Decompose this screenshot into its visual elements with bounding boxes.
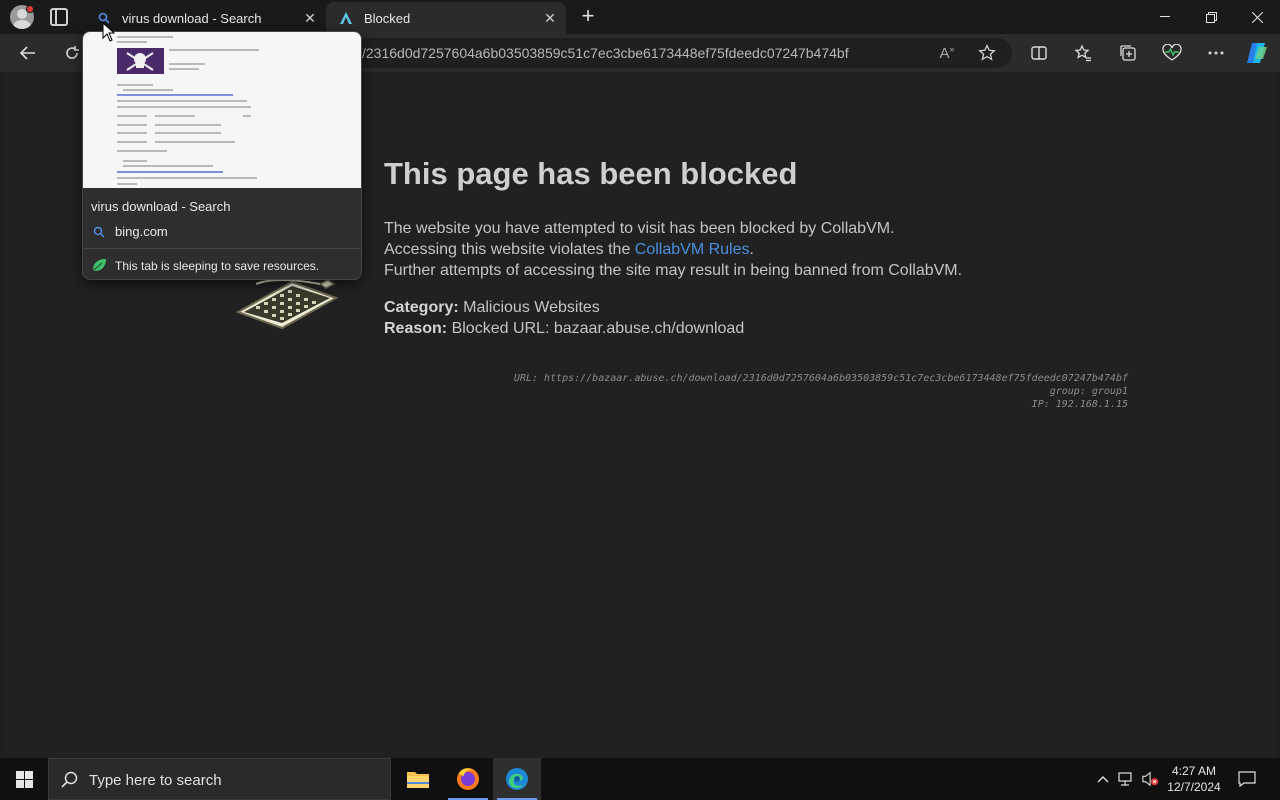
mouse-cursor [102, 22, 116, 42]
system-clock[interactable]: 4:27 AM 12/7/2024 [1164, 763, 1224, 795]
sleeping-tab-leaf-icon [91, 258, 107, 272]
tab-title: Blocked [364, 10, 411, 26]
profile-notification-dot [26, 5, 34, 13]
rules-prefix: Accessing this website violates the [384, 241, 635, 258]
meta-group: group: group1 [1049, 386, 1128, 397]
edge-app[interactable] [493, 758, 541, 800]
reason-value: Blocked URL: bazaar.abuse.ch/download [451, 320, 745, 337]
more-menu-icon[interactable] [1204, 41, 1228, 65]
collections-icon[interactable] [1116, 41, 1140, 65]
read-aloud-icon[interactable]: A» [935, 41, 959, 65]
description-line-2: Accessing this website violates the Coll… [384, 239, 962, 260]
back-icon[interactable] [16, 41, 40, 65]
favorites-icon[interactable] [1071, 41, 1095, 65]
block-details: Category: Malicious Websites Reason: Blo… [384, 297, 744, 339]
tab-search[interactable]: virus download - Search ✕ [84, 2, 326, 34]
start-button[interactable] [0, 758, 48, 800]
clock-date: 12/7/2024 [1167, 780, 1221, 794]
hover-card-domain: bing.com [115, 224, 168, 239]
taskbar: Type here to search 4:27 AM 12/7/2024 [0, 758, 1280, 800]
thumbnail-image [117, 48, 164, 74]
file-explorer-app[interactable] [394, 758, 442, 800]
category-label: Category: [384, 299, 459, 316]
tab-preview-thumbnail [83, 32, 361, 188]
request-metadata: URL: https://bazaar.abuse.ch/download/23… [460, 372, 1128, 411]
close-tab-icon[interactable]: ✕ [540, 8, 560, 28]
browser-essentials-icon[interactable] [1160, 41, 1184, 65]
sleeping-tab-note: This tab is sleeping to save resources. [115, 259, 320, 273]
search-icon [61, 771, 78, 793]
close-tab-icon[interactable]: ✕ [300, 8, 320, 28]
windows-logo-icon [15, 770, 33, 788]
search-icon [93, 225, 105, 243]
edge-icon [506, 768, 528, 790]
meta-url: URL: https://bazaar.abuse.ch/download/23… [513, 373, 1128, 384]
description-line-1: The website you have attempted to visit … [384, 220, 895, 237]
block-description: The website you have attempted to visit … [384, 218, 962, 281]
taskbar-search-placeholder: Type here to search [89, 772, 222, 789]
rules-suffix: . [749, 241, 754, 258]
refresh-icon[interactable] [60, 41, 84, 65]
firefox-app[interactable] [444, 758, 492, 800]
desktop: virus download - Search ✕ Blocked ✕ + /2… [0, 0, 1280, 800]
split-screen-icon[interactable] [1027, 41, 1051, 65]
tab-strip: virus download - Search ✕ Blocked ✕ + [0, 0, 1280, 34]
taskbar-search-box[interactable]: Type here to search [48, 758, 391, 800]
keyboard-illustration [236, 279, 338, 330]
category-value: Malicious Websites [463, 299, 600, 316]
tab-hover-card: virus download - Search bing.com This ta… [82, 31, 362, 280]
volume-muted-icon[interactable] [1142, 770, 1160, 788]
notifications-icon[interactable] [1238, 770, 1256, 788]
firefox-icon [457, 768, 479, 790]
reason-row: Reason: Blocked URL: bazaar.abuse.ch/dow… [384, 318, 744, 339]
network-icon[interactable] [1118, 770, 1136, 788]
tab-actions-icon[interactable] [50, 8, 68, 26]
divider [83, 248, 361, 249]
tab-title: virus download - Search [122, 10, 262, 26]
reason-label: Reason: [384, 320, 448, 337]
tab-blocked[interactable]: Blocked ✕ [326, 2, 566, 34]
copilot-icon[interactable] [1245, 41, 1269, 65]
favorite-star-icon[interactable] [975, 41, 999, 65]
category-row: Category: Malicious Websites [384, 297, 744, 318]
address-url[interactable]: /2316d0d7257604a6b03503859c51c7ec3cbe617… [362, 45, 849, 61]
meta-ip: IP: 192.168.1.15 [1031, 399, 1128, 410]
description-line-3: Further attempts of accessing the site m… [384, 262, 963, 279]
collabvm-logo-icon [338, 10, 354, 26]
new-tab-button[interactable]: + [577, 5, 599, 28]
restore-button[interactable] [1188, 0, 1234, 34]
hover-card-title: virus download - Search [91, 199, 231, 214]
folder-icon [407, 772, 429, 788]
collabvm-rules-link[interactable]: CollabVM Rules [635, 241, 750, 258]
minimize-button[interactable] [1142, 0, 1188, 34]
page-title: This page has been blocked [384, 156, 798, 191]
close-window-button[interactable] [1234, 0, 1280, 34]
clock-time: 4:27 AM [1171, 764, 1217, 778]
show-hidden-icons-chevron-icon[interactable] [1094, 770, 1112, 788]
